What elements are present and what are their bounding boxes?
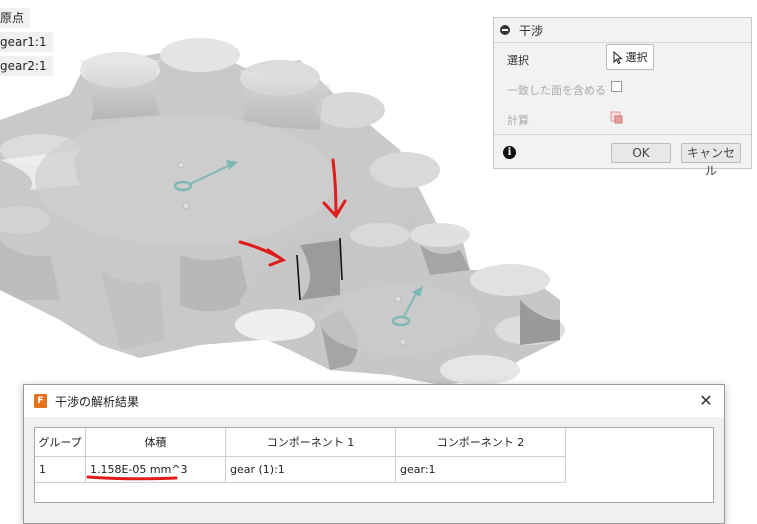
close-icon[interactable]: ✕ [696, 391, 716, 411]
column-header-group[interactable]: グループ [35, 428, 86, 457]
annotation-underline [86, 475, 178, 481]
include-faces-label: 一致した面を含める [507, 84, 606, 97]
panel-header[interactable]: 干渉 [494, 18, 751, 43]
cell-component1: gear (1):1 [225, 456, 396, 483]
column-header-volume[interactable]: 体積 [85, 428, 226, 457]
browser-item-origin[interactable]: 原点 [0, 8, 31, 28]
interference-panel: 干渉 選択 選択 一致した面を含める 計算 i OK キャンセル [493, 17, 752, 178]
browser-item-label: 原点 [0, 11, 25, 25]
include-faces-checkbox[interactable] [611, 81, 622, 92]
cursor-arrow-icon [613, 50, 623, 64]
select-button-label: 選択 [625, 51, 648, 64]
column-header-component1[interactable]: コンポーネント 1 [225, 428, 396, 457]
dialog-titlebar[interactable]: F 干渉の解析結果 ✕ [24, 385, 724, 417]
selection-label: 選択 [507, 54, 529, 67]
panel-divider [494, 134, 751, 135]
fusion-app-icon: F [34, 394, 47, 408]
results-table-container: グループ 体積 コンポーネント 1 コンポーネント 2 1 1.158E-05 … [34, 427, 714, 503]
dialog-title: 干渉の解析結果 [55, 394, 140, 409]
ok-button[interactable]: OK [611, 143, 671, 163]
browser-item-label: gear2:1 [0, 59, 47, 73]
compute-label: 計算 [507, 114, 529, 127]
cancel-button[interactable]: キャンセル [681, 143, 741, 178]
cell-component2: gear:1 [395, 456, 566, 483]
browser-item-label: gear1:1 [0, 35, 47, 49]
table-header-row: グループ 体積 コンポーネント 1 コンポーネント 2 [35, 428, 566, 457]
browser-item-gear1[interactable]: gear1:1 [0, 32, 53, 52]
compute-icon[interactable] [609, 110, 625, 126]
interference-results-dialog: F 干渉の解析結果 ✕ グループ 体積 コンポーネント 1 コンポーネント 2 … [23, 384, 725, 524]
cell-group: 1 [35, 456, 86, 483]
collapse-icon[interactable] [500, 25, 510, 35]
select-button[interactable]: 選択 [606, 44, 654, 70]
info-icon[interactable]: i [503, 146, 516, 159]
browser-item-gear2[interactable]: gear2:1 [0, 56, 53, 76]
panel-title: 干渉 [519, 23, 544, 38]
column-header-component2[interactable]: コンポーネント 2 [395, 428, 566, 457]
